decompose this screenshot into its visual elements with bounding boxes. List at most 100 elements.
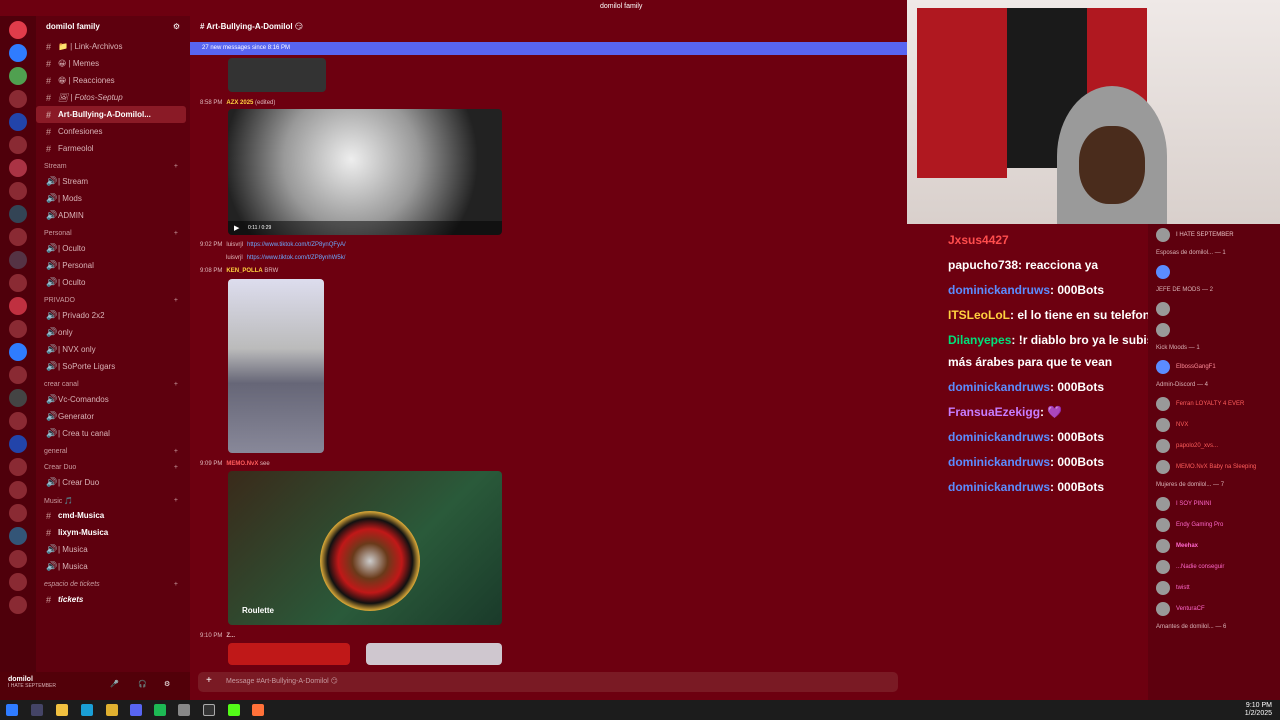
spotify-icon[interactable] xyxy=(154,704,166,716)
server-icon[interactable] xyxy=(9,596,27,614)
image-thumbnail[interactable] xyxy=(228,643,350,665)
plus-icon[interactable]: + xyxy=(174,581,178,591)
firefox-icon[interactable] xyxy=(252,704,264,716)
headset-icon[interactable]: 🎧 xyxy=(138,680,147,688)
chrome-icon[interactable] xyxy=(106,704,118,716)
image-thumbnail[interactable] xyxy=(366,643,502,665)
server-icon[interactable] xyxy=(9,504,27,522)
video-thumbnail[interactable] xyxy=(228,58,326,92)
category-privado[interactable]: PRIVADO + xyxy=(36,291,190,307)
server-icon[interactable] xyxy=(9,343,27,361)
author-name[interactable]: MEMO.NvX xyxy=(226,461,258,467)
video-thumbnail[interactable] xyxy=(228,279,324,453)
voice-channel[interactable]: 🔊 | NVX only xyxy=(36,341,190,358)
channel-item[interactable]: # tickets xyxy=(36,591,190,608)
new-messages-banner[interactable]: 27 new messages since 8:16 PM xyxy=(190,42,907,55)
member-item[interactable] xyxy=(1148,319,1280,340)
user-panel[interactable]: domilol I HATE SEPTEMBER 🎤 🎧 ⚙ xyxy=(0,672,190,700)
category-personal[interactable]: Personal + xyxy=(36,224,190,240)
plus-icon[interactable]: + xyxy=(174,297,178,307)
settings-gear-icon[interactable]: ⚙ xyxy=(164,680,170,688)
add-attachment-icon[interactable]: + xyxy=(206,675,212,686)
server-icon[interactable] xyxy=(9,90,27,108)
category-general[interactable]: general + xyxy=(36,442,190,458)
message-link[interactable]: https://www.tiktok.com/t/ZP8ynQFyA/ xyxy=(247,242,346,248)
video-controls[interactable]: ▶ 0:11 / 0:29 xyxy=(228,221,502,235)
server-icon[interactable] xyxy=(9,320,27,338)
server-icon[interactable] xyxy=(9,228,27,246)
voice-channel[interactable]: 🔊 | Stream xyxy=(36,173,190,190)
server-icon[interactable] xyxy=(9,527,27,545)
server-icon[interactable] xyxy=(9,113,27,131)
voice-channel[interactable]: 🔊 | Crea tu canal xyxy=(36,425,190,442)
discord-icon[interactable] xyxy=(130,704,142,716)
author-name[interactable]: luisvrjl xyxy=(226,255,243,261)
category-stream[interactable]: Stream + xyxy=(36,157,190,173)
member-item[interactable] xyxy=(1148,298,1280,319)
plus-icon[interactable]: + xyxy=(174,163,178,173)
video-player[interactable]: ▶ 0:11 / 0:29 xyxy=(228,109,502,235)
member-item[interactable]: I HATE SEPTEMBER xyxy=(1148,224,1280,245)
server-icon[interactable] xyxy=(9,274,27,292)
member-item[interactable]: NVX xyxy=(1148,414,1280,435)
voice-channel[interactable]: 🔊 | Musica xyxy=(36,558,190,575)
plus-icon[interactable]: + xyxy=(174,381,178,391)
voice-channel[interactable]: 🔊 Generator xyxy=(36,408,190,425)
app-icon[interactable] xyxy=(178,704,190,716)
voice-channel[interactable]: 🔊 Vc-Comandos xyxy=(36,391,190,408)
voice-channel[interactable]: 🔊 | Privado 2x2 xyxy=(36,307,190,324)
member-item[interactable]: VenturaCF xyxy=(1148,598,1280,619)
member-item[interactable] xyxy=(1148,261,1280,282)
server-header[interactable]: domilol family ⚙ xyxy=(36,16,190,38)
voice-channel[interactable]: 🔊 ADMIN xyxy=(36,207,190,224)
author-name[interactable]: AZX 2025 xyxy=(226,100,253,106)
server-icon[interactable] xyxy=(9,159,27,177)
voice-channel[interactable]: 🔊 | Mods xyxy=(36,190,190,207)
server-icon[interactable] xyxy=(9,205,27,223)
server-icon[interactable] xyxy=(9,21,27,39)
plus-icon[interactable]: + xyxy=(174,464,178,474)
category-tickets[interactable]: espacio de tickets + xyxy=(36,575,190,591)
author-name[interactable]: Z... xyxy=(226,633,235,639)
author-name[interactable]: luisvrjl xyxy=(226,242,243,248)
voice-channel[interactable]: 🔊 | Oculto xyxy=(36,240,190,257)
member-item[interactable]: Endy Gaming Pro xyxy=(1148,514,1280,535)
member-item[interactable]: Ferran LOYALTY 4 EVER xyxy=(1148,393,1280,414)
server-icon[interactable] xyxy=(9,44,27,62)
plus-icon[interactable]: + xyxy=(174,230,178,240)
message-input[interactable]: + Message #Art-Bullying-A-Domilol 😏 xyxy=(198,672,898,692)
member-item[interactable]: ElbossGangF1 xyxy=(1148,356,1280,377)
channel-item[interactable]: # 🖼 | Fotos-Septup xyxy=(36,89,190,106)
category-music[interactable]: Music 🎵 + xyxy=(36,491,190,507)
channel-item[interactable]: # 😀 | Memes xyxy=(36,55,190,72)
voice-channel[interactable]: 🔊 | Oculto xyxy=(36,274,190,291)
author-name[interactable]: KEN_POLLA xyxy=(226,268,262,274)
category-crear-canal[interactable]: crear canal + xyxy=(36,375,190,391)
server-icon[interactable] xyxy=(9,458,27,476)
member-item[interactable]: ...Nadie conseguir xyxy=(1148,556,1280,577)
voice-channel[interactable]: 🔊 | Crear Duo xyxy=(36,474,190,491)
category-crear-duo[interactable]: Crear Duo + xyxy=(36,458,190,474)
channel-item[interactable]: # lixym-Musica xyxy=(36,524,190,541)
channel-item[interactable]: # 📁 | Link-Archivos xyxy=(36,38,190,55)
server-icon[interactable] xyxy=(9,435,27,453)
server-icon[interactable] xyxy=(9,251,27,269)
server-icon[interactable] xyxy=(9,573,27,591)
member-item[interactable]: MEMO.NvX Baby na Sleeping xyxy=(1148,456,1280,477)
obs-icon[interactable] xyxy=(203,704,215,716)
plus-icon[interactable]: + xyxy=(174,497,178,507)
edge-icon[interactable] xyxy=(81,704,93,716)
voice-channel[interactable]: 🔊 | Musica xyxy=(36,541,190,558)
mic-icon[interactable]: 🎤 xyxy=(110,680,119,688)
channel-item[interactable]: # Confesiones xyxy=(36,123,190,140)
member-item[interactable]: Meehax xyxy=(1148,535,1280,556)
member-item[interactable]: twistt xyxy=(1148,577,1280,598)
channel-item[interactable]: # Farmeolol xyxy=(36,140,190,157)
message-link[interactable]: https://www.tiktok.com/t/ZP8ynhW5k/ xyxy=(247,255,346,261)
server-icon[interactable] xyxy=(9,182,27,200)
play-icon[interactable]: ▶ xyxy=(234,224,239,232)
server-icon[interactable] xyxy=(9,67,27,85)
plus-icon[interactable]: + xyxy=(174,448,178,458)
file-explorer-icon[interactable] xyxy=(56,704,68,716)
voice-channel[interactable]: 🔊 | SoPorte Ligars xyxy=(36,358,190,375)
